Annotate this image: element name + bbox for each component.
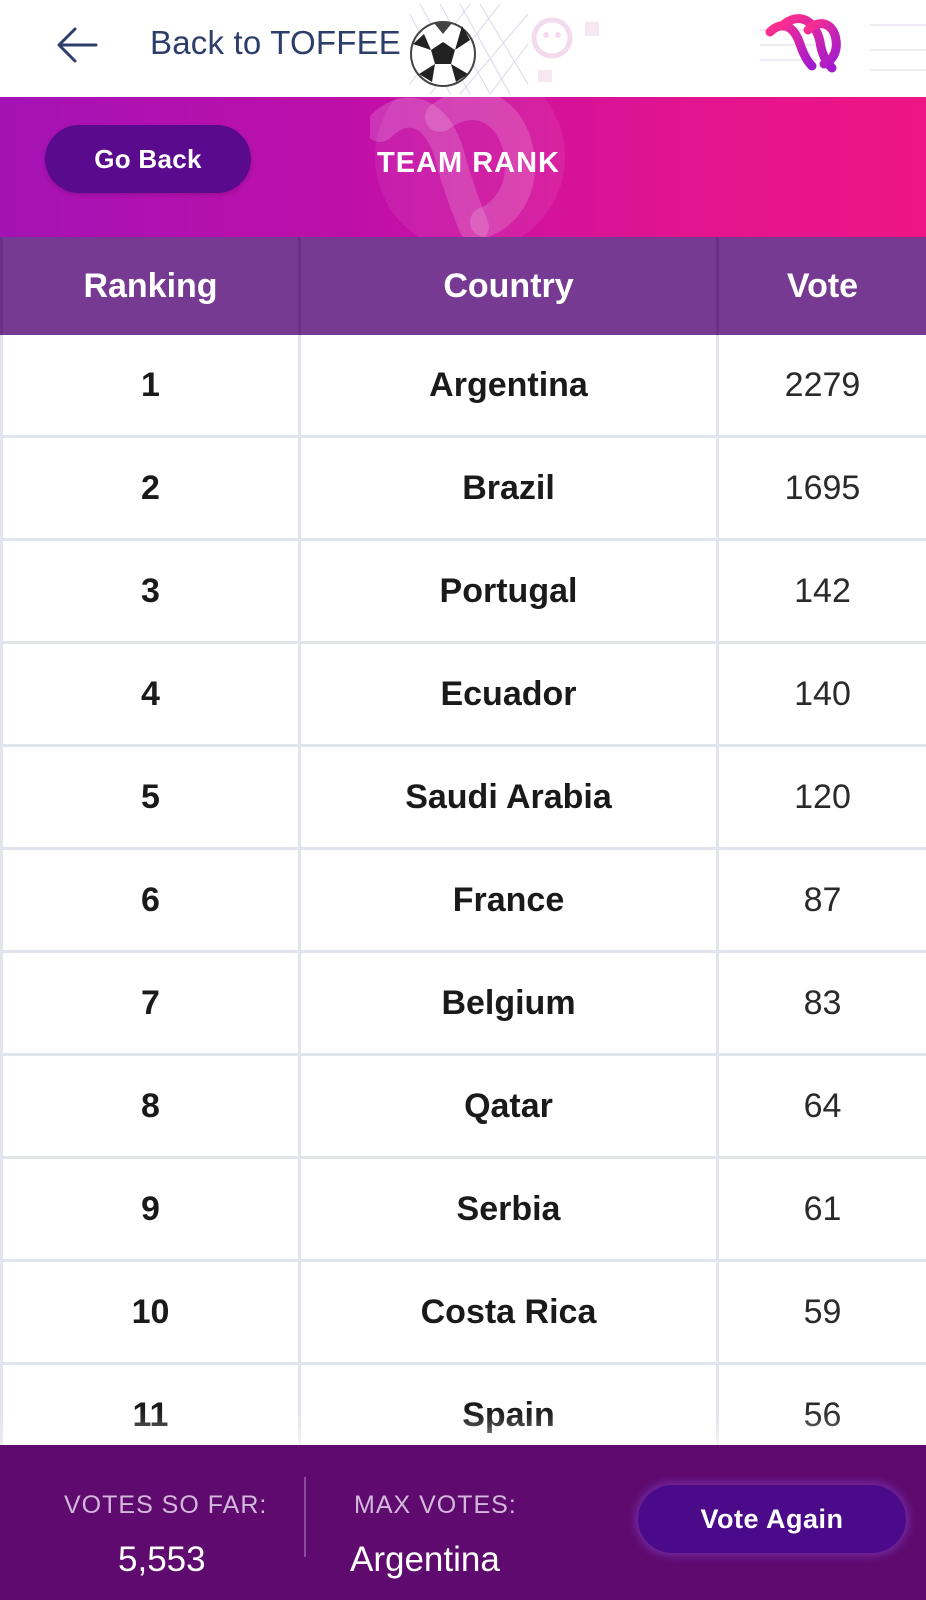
country-cell: Ecuador [298, 642, 719, 747]
country-cell: Belgium [298, 951, 719, 1056]
rank-cell: 6 [0, 848, 301, 953]
brand-logo-icon [760, 14, 926, 73]
table-row: 1 Argentina 2279 [0, 335, 926, 438]
vote-summary-footer: VOTES SO FAR: 5,553 MAX VOTES: Argentina… [0, 1445, 926, 1600]
votes-so-far-label: VOTES SO FAR: [64, 1491, 268, 1519]
page-title: TEAM RANK [377, 147, 560, 179]
table-row: 10 Costa Rica 59 [0, 1260, 926, 1365]
top-nav-bar: Back to TOFFEE [0, 0, 926, 97]
rank-cell: 10 [0, 1260, 301, 1365]
country-cell: France [298, 848, 719, 953]
vote-cell: 87 [716, 848, 926, 953]
vote-again-button[interactable]: Vote Again [638, 1485, 906, 1553]
table-row: 4 Ecuador 140 [0, 642, 926, 747]
country-cell: Serbia [298, 1157, 719, 1262]
table-row: 2 Brazil 1695 [0, 436, 926, 541]
vote-cell: 59 [716, 1260, 926, 1365]
vote-cell: 120 [716, 745, 926, 850]
arrow-left-icon[interactable] [56, 26, 98, 64]
votes-so-far-value: 5,553 [118, 1540, 206, 1579]
vote-cell: 1695 [716, 436, 926, 541]
max-votes-label: MAX VOTES: [354, 1491, 517, 1519]
table-row: 9 Serbia 61 [0, 1157, 926, 1262]
page-banner: Go Back TEAM RANK [0, 97, 926, 237]
country-cell: Saudi Arabia [298, 745, 719, 850]
vote-cell: 61 [716, 1157, 926, 1262]
column-header-vote: Vote [716, 237, 926, 335]
column-header-country: Country [298, 237, 719, 335]
table-header-row: Ranking Country Vote [0, 237, 926, 335]
country-cell: Portugal [298, 539, 719, 644]
decoration-icon [531, 17, 599, 82]
country-cell: Argentina [298, 335, 719, 438]
vote-cell: 2279 [716, 335, 926, 438]
country-cell: Qatar [298, 1054, 719, 1159]
vote-cell: 83 [716, 951, 926, 1056]
team-rank-table: Ranking Country Vote 1 Argentina 2279 2 … [0, 237, 926, 1468]
footer-divider [304, 1477, 306, 1557]
rank-cell: 9 [0, 1157, 301, 1262]
vote-cell: 64 [716, 1054, 926, 1159]
vote-cell: 142 [716, 539, 926, 644]
rank-cell: 2 [0, 436, 301, 541]
soccer-ball-icon [410, 4, 529, 94]
vote-cell: 140 [716, 642, 926, 747]
country-cell: Brazil [298, 436, 719, 541]
rank-cell: 5 [0, 745, 301, 850]
country-cell: Costa Rica [298, 1260, 719, 1365]
table-row: 7 Belgium 83 [0, 951, 926, 1056]
rank-cell: 3 [0, 539, 301, 644]
go-back-button[interactable]: Go Back [45, 125, 251, 193]
table-row: 5 Saudi Arabia 120 [0, 745, 926, 850]
table-row: 8 Qatar 64 [0, 1054, 926, 1159]
rank-cell: 7 [0, 951, 301, 1056]
table-row: 3 Portugal 142 [0, 539, 926, 644]
rank-cell: 4 [0, 642, 301, 747]
max-votes-value: Argentina [350, 1540, 500, 1579]
rank-cell: 1 [0, 335, 301, 438]
rank-cell: 8 [0, 1054, 301, 1159]
back-to-app-link[interactable]: Back to TOFFEE [150, 24, 401, 62]
column-header-ranking: Ranking [0, 237, 301, 335]
table-row: 6 France 87 [0, 848, 926, 953]
